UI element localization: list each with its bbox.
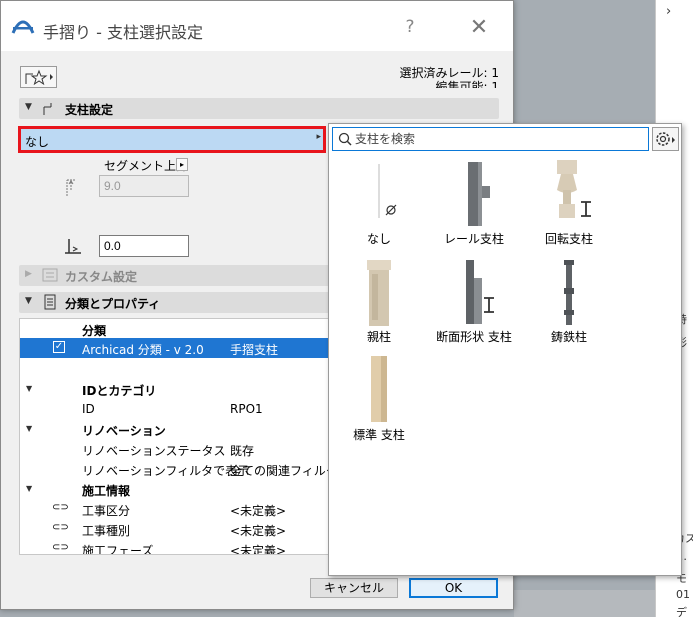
turned-post-icon — [557, 160, 591, 218]
expand-triangle-icon: ▼ — [26, 424, 33, 433]
checkbox[interactable]: ✓ — [53, 341, 65, 353]
table-row[interactable]: ⊂⊃ 工事区分 <未定義> — [20, 499, 328, 519]
option-label: なし — [366, 232, 391, 246]
cast-iron-post-icon — [564, 260, 574, 325]
property-value: <未定義> — [230, 524, 287, 538]
property-value: RPO1 — [230, 402, 263, 416]
link-icon: ⊂⊃ — [52, 502, 69, 513]
cancel-button[interactable]: キャンセル — [310, 578, 398, 598]
expand-triangle-icon: ▼ — [25, 296, 32, 306]
dropdown-arrow-icon: ▸ — [316, 132, 321, 142]
gear-icon — [656, 132, 675, 146]
link-icon: ⊂⊃ — [52, 522, 69, 533]
option-label: 鋳鉄柱 — [550, 330, 587, 344]
section-title: 支柱設定 — [65, 103, 114, 117]
settings-button[interactable] — [652, 127, 679, 151]
post-type-value: なし — [25, 135, 50, 149]
link-icon: ⊂⊃ — [52, 542, 69, 553]
expand-triangle-icon: ▼ — [26, 484, 33, 493]
section-title: 分類とプロパティ — [65, 297, 161, 311]
help-button[interactable]: ? — [399, 17, 421, 39]
custom-settings-icon — [42, 268, 58, 282]
option-label: 回転支柱 — [544, 232, 593, 246]
title-bar[interactable]: 手摺り - 支柱選択設定 ? ✕ — [1, 1, 513, 51]
classification-header-row: 分類 — [20, 319, 328, 339]
group-row[interactable]: ▼ リノベーション — [20, 419, 328, 439]
post-height-input[interactable] — [99, 175, 189, 197]
option-label: レール支柱 — [443, 232, 504, 246]
expand-triangle-icon: ▼ — [25, 102, 32, 112]
post-picker-popup: なし レール支柱 回転支柱 親柱 断 — [328, 123, 682, 576]
none-post-icon — [378, 164, 397, 218]
table-row[interactable]: ⊂⊃ 工事種別 <未定義> — [20, 519, 328, 539]
property-name: リノベーションフィルタで表示 — [82, 464, 250, 478]
group-label: リノベーション — [82, 424, 166, 438]
properties-table[interactable]: 分類 ✓ Archicad 分類 - v 2.0 手摺支柱 ▼ IDとカテゴリ … — [19, 318, 329, 555]
side-panel-text: デ — [676, 606, 687, 617]
property-name: 工事種別 — [82, 524, 131, 538]
property-value: 既存 — [230, 444, 255, 458]
favorites-star-icon — [25, 69, 53, 86]
table-row[interactable]: ✓ Archicad 分類 - v 2.0 手摺支柱 — [20, 338, 328, 358]
newel-post-icon — [367, 260, 391, 326]
collapsed-triangle-icon: ▶ — [25, 269, 32, 279]
background-canvas-strip — [514, 590, 655, 617]
property-name: 施工フェーズ — [82, 544, 154, 555]
expand-triangle-icon: ▼ — [26, 384, 33, 393]
table-row[interactable]: リノベーションフィルタで表示 全ての関連フィルタ — [20, 459, 329, 479]
post-height-icon — [66, 179, 75, 196]
post-option-newel[interactable]: 親柱 — [329, 256, 429, 352]
segment-menu-arrow-icon[interactable]: ▸ — [176, 158, 188, 171]
property-name: リノベーションステータス — [82, 444, 226, 458]
group-row[interactable]: ▼ 施工情報 — [20, 479, 328, 499]
post-option-turned[interactable]: 回転支柱 — [519, 158, 619, 254]
close-button[interactable]: ✕ — [467, 17, 491, 41]
group-label: 施工情報 — [82, 484, 131, 498]
property-value: 全ての関連フィルタ — [230, 464, 329, 478]
table-row[interactable]: リノベーションステータス 既存 — [20, 439, 328, 459]
side-panel-arrows[interactable]: › — [666, 4, 671, 19]
post-option-cast-iron[interactable]: 鋳鉄柱 — [519, 256, 619, 352]
post-offset-input[interactable] — [99, 235, 189, 257]
table-row[interactable]: ID RPO1 — [20, 399, 328, 419]
window-title: 手摺り - 支柱選択設定 — [43, 23, 203, 42]
search-icon — [338, 132, 352, 146]
search-box[interactable] — [332, 127, 649, 151]
side-panel-text: 01 — [676, 588, 690, 601]
property-name: Archicad 分類 - v 2.0 — [82, 343, 204, 357]
post-option-standard[interactable]: 標準 支柱 — [329, 354, 429, 450]
post-option-rail[interactable]: レール支柱 — [424, 158, 524, 254]
editable-count: 編集可能: 1 — [435, 80, 500, 88]
standard-post-icon — [371, 356, 387, 422]
rail-post-icon — [468, 162, 490, 226]
post-icon — [43, 103, 52, 115]
favorites-button[interactable] — [20, 66, 57, 88]
group-label: IDとカテゴリ — [82, 384, 157, 398]
property-value: <未定義> — [230, 504, 287, 518]
option-label: 親柱 — [366, 330, 391, 344]
option-label: 標準 支柱 — [353, 428, 405, 442]
property-value: <未定義> — [230, 544, 287, 555]
classification-header: 分類 — [82, 324, 107, 338]
section-title: カスタム設定 — [65, 270, 138, 284]
property-name: 工事区分 — [82, 504, 131, 518]
table-row[interactable]: ⊂⊃ 施工フェーズ <未定義> — [20, 539, 328, 555]
document-icon — [44, 294, 56, 310]
section-post-settings[interactable]: ▼ 支柱設定 — [19, 98, 499, 119]
post-option-none[interactable]: なし — [329, 158, 429, 254]
ok-button[interactable]: OK — [409, 578, 498, 598]
group-row[interactable]: ▼ IDとカテゴリ — [20, 379, 328, 399]
post-type-dropdown[interactable]: なし ▸ — [18, 126, 326, 153]
option-label: 断面形状 支柱 — [436, 330, 512, 344]
search-input[interactable] — [355, 131, 645, 147]
profile-post-icon — [466, 260, 494, 324]
property-value: 手摺支柱 — [230, 343, 279, 357]
post-option-profile[interactable]: 断面形状 支柱 — [424, 256, 524, 352]
archicad-logo-icon — [11, 20, 35, 34]
property-name: ID — [82, 402, 95, 416]
post-offset-icon — [65, 239, 81, 254]
